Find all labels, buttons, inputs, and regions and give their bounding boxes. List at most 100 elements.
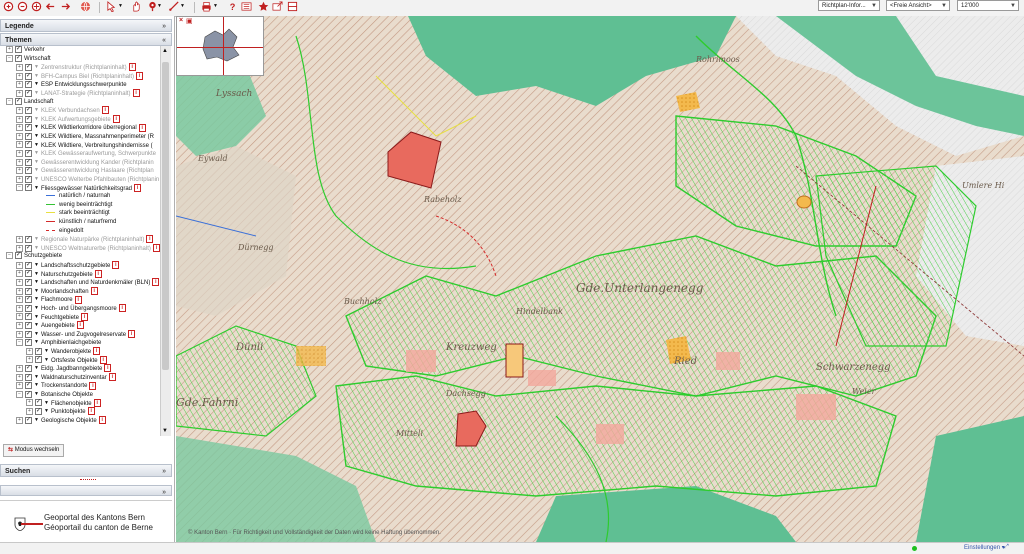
legend-toggle-icon[interactable]: ▼	[34, 321, 39, 330]
layer-checkbox[interactable]: ✓	[25, 235, 32, 243]
layer-checkbox[interactable]: ✓	[25, 132, 32, 140]
layer-checkbox[interactable]: ✓	[25, 106, 32, 114]
info-icon[interactable]: i	[94, 269, 102, 278]
tree-item[interactable]: − ✓ Landschaft	[6, 97, 53, 107]
layer-checkbox[interactable]: ✓	[25, 278, 32, 286]
legend-toggle-icon[interactable]: ▼	[34, 270, 39, 279]
info-icon[interactable]: i	[138, 123, 146, 132]
close-icon[interactable]: ×	[179, 17, 183, 24]
expand-icon[interactable]: +	[16, 321, 23, 329]
layer-checkbox[interactable]: ✓	[25, 416, 32, 424]
layer-checkbox[interactable]: ✓	[25, 304, 32, 312]
layer-checkbox[interactable]: ✓	[35, 407, 42, 415]
forward-icon[interactable]	[60, 1, 71, 12]
layer-checkbox[interactable]: ✓	[25, 81, 32, 89]
expand-icon[interactable]: +	[16, 270, 23, 278]
expand-icon[interactable]: +	[16, 364, 23, 372]
help-icon[interactable]: ?	[227, 1, 238, 12]
legend-toggle-icon[interactable]: ▼	[34, 330, 39, 339]
legend-toggle-icon[interactable]: ▼	[34, 63, 39, 72]
legend-toggle-icon[interactable]: ▼	[34, 278, 39, 287]
layer-checkbox[interactable]: ✓	[35, 399, 42, 407]
legend-toggle-icon[interactable]: ▼	[34, 313, 39, 322]
print-icon[interactable]	[201, 1, 212, 12]
layer-checkbox[interactable]: ✓	[25, 158, 32, 166]
expand-icon[interactable]: +	[16, 382, 23, 390]
legend-toggle-icon[interactable]: ▼	[44, 347, 49, 356]
info-icon[interactable]: i	[76, 321, 84, 330]
themen-header[interactable]: Themen «	[0, 33, 172, 46]
layer-checkbox[interactable]: ✓	[25, 364, 32, 372]
layer-checkbox[interactable]: ✓	[15, 97, 22, 105]
legend-toggle-icon[interactable]: ▼	[34, 141, 39, 150]
legend-toggle-icon[interactable]: ▼	[34, 381, 39, 390]
tree-item[interactable]: − ✓ Wirtschaft	[6, 54, 51, 64]
scroll-thumb[interactable]	[162, 62, 169, 370]
legend-toggle-icon[interactable]: ▼	[34, 158, 39, 167]
expand-icon[interactable]: +	[16, 313, 23, 321]
expand-icon[interactable]: +	[16, 261, 23, 269]
layer-checkbox[interactable]: ✓	[15, 252, 22, 260]
tree-item[interactable]: + ✓ ▼ Auengebiete i	[16, 321, 84, 330]
expand-icon[interactable]: +	[16, 115, 23, 123]
tree-item[interactable]: − ✓ Schutzgebiete	[6, 252, 62, 261]
layer-checkbox[interactable]: ✓	[35, 356, 42, 364]
layer-checkbox[interactable]: ✓	[25, 167, 32, 175]
layer-checkbox[interactable]: ✓	[25, 89, 32, 97]
legend-toggle-icon[interactable]: ▼	[44, 407, 49, 416]
collapsed-header[interactable]: »	[0, 485, 172, 496]
info-icon[interactable]: i	[132, 89, 140, 98]
expand-icon[interactable]: +	[16, 304, 23, 312]
legend-toggle-icon[interactable]: ▼	[34, 80, 39, 89]
minimize-icon[interactable]: ▣	[186, 17, 193, 25]
collapse-icon[interactable]: −	[6, 54, 13, 62]
legend-toggle-icon[interactable]: ▼	[34, 89, 39, 98]
expand-icon[interactable]: +	[26, 399, 33, 407]
richtplan-select[interactable]: Richtplan-Infor... ▼	[818, 0, 880, 11]
tree-item[interactable]: + ✓ ▼ Hoch- und Übergangsmoore i	[16, 304, 126, 313]
expand-icon[interactable]: +	[16, 278, 23, 286]
info-icon[interactable]: i	[146, 235, 154, 244]
tree-item[interactable]: + ✓ ▼ Regionale Naturpärke (Richtplaninhalt…	[16, 235, 154, 244]
tree-item[interactable]: + ✓ ▼ Feuchtgebiete i	[16, 312, 88, 322]
info-icon[interactable]: i	[98, 416, 106, 425]
info-icon[interactable]: i	[134, 183, 141, 192]
tree-item[interactable]: + ✓ ▼ KLEK Wildtiere, Verbreitungshindernis…	[16, 141, 153, 150]
layer-checkbox[interactable]: ✓	[25, 184, 32, 192]
select-dropdown-icon[interactable]: ▼	[118, 1, 129, 12]
legend-toggle-icon[interactable]: ▼	[34, 295, 39, 304]
legend-toggle-icon[interactable]: ▼	[34, 364, 39, 373]
pan-icon[interactable]	[31, 1, 42, 12]
expand-icon[interactable]: +	[16, 81, 23, 89]
expand-icon[interactable]: +	[16, 296, 23, 304]
expand-icon[interactable]: +	[16, 373, 23, 381]
expand-icon[interactable]: +	[16, 158, 23, 166]
expand-icon[interactable]: +	[16, 175, 23, 183]
info-icon[interactable]: i	[118, 304, 126, 313]
expand-icon[interactable]: +	[16, 89, 23, 97]
info-icon[interactable]: i	[99, 355, 107, 364]
tree-item[interactable]: + ✓ ▼ UNESCO Welterbe Pfahlbauten (Richtpla…	[16, 175, 159, 184]
tree-item[interactable]: + ✓ ▼ Ortsfeste Objekte i	[26, 355, 107, 365]
expand-icon[interactable]: »	[162, 20, 166, 33]
favorite-star-icon[interactable]	[258, 1, 269, 12]
expand-icon[interactable]: +	[16, 106, 23, 114]
tree-item[interactable]: + ✓ ▼ Waldnaturschutzinventar i	[16, 373, 116, 382]
tree-item[interactable]: + ✓ ▼ KLEK Wildtierkorridore überregional i	[16, 123, 146, 132]
info-icon[interactable]: i	[128, 330, 136, 339]
legend-toggle-icon[interactable]: ▼	[34, 166, 39, 175]
legend-toggle-icon[interactable]: ▼	[34, 184, 39, 193]
info-icon[interactable]: i	[93, 347, 101, 356]
info-icon[interactable]: i	[104, 364, 112, 373]
legende-header[interactable]: Legende »	[0, 19, 172, 32]
layer-checkbox[interactable]: ✓	[15, 46, 22, 53]
layer-checkbox[interactable]: ✓	[25, 63, 32, 71]
info-icon[interactable]: i	[89, 381, 97, 390]
info-icon[interactable]: i	[90, 287, 98, 296]
legend-toggle-icon[interactable]: ▼	[34, 132, 39, 141]
collapse-icon[interactable]: −	[16, 390, 23, 398]
layer-checkbox[interactable]: ✓	[25, 382, 32, 390]
view-select[interactable]: <Freie Ansicht> ▼	[886, 0, 950, 11]
legend-toggle-icon[interactable]: ▼	[34, 390, 39, 399]
expand-icon[interactable]: +	[16, 124, 23, 132]
